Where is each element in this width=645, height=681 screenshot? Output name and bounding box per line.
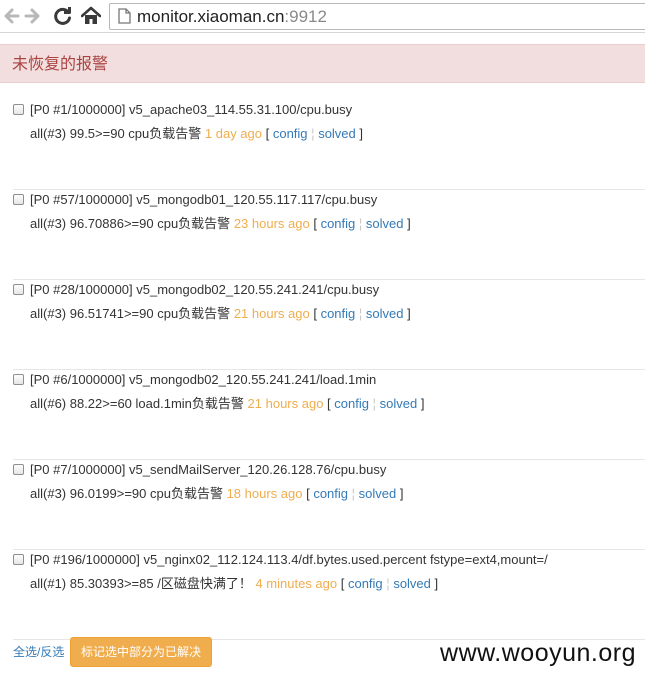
alert-title: [P0 #196/1000000] v5_nginx02_112.124.113… — [30, 552, 548, 567]
solved-link[interactable]: solved — [366, 216, 404, 231]
alert-title: [P0 #1/1000000] v5_apache03_114.55.31.10… — [30, 102, 353, 117]
alert-detail: all(#3) 96.51741>=90 cpu负载告警 — [30, 306, 231, 321]
mark-selected-solved-button[interactable]: 标记选中部分为已解决 — [70, 637, 212, 667]
alert-checkbox[interactable] — [13, 554, 24, 565]
panel-title: 未恢复的报警 — [12, 56, 109, 73]
reload-button[interactable] — [52, 5, 74, 27]
alert-detail: all(#3) 96.0199>=90 cpu负载告警 — [30, 486, 223, 501]
url-port: :9912 — [284, 7, 327, 26]
browser-toolbar: monitor.xiaoman.cn:9912 — [0, 0, 645, 33]
alert-detail-line: all(#1) 85.30393>=85 /区磁盘快满了！ 4 minutes … — [30, 576, 439, 591]
select-all-link[interactable]: 全选 — [13, 645, 37, 659]
home-icon — [81, 6, 101, 24]
solved-link[interactable]: solved — [359, 486, 397, 501]
alert-item: [P0 #196/1000000] v5_nginx02_112.124.113… — [13, 550, 645, 640]
home-button[interactable] — [80, 5, 102, 27]
alert-title: [P0 #57/1000000] v5_mongodb01_120.55.117… — [30, 192, 378, 207]
config-link[interactable]: config — [273, 126, 308, 141]
alert-time-ago: 21 hours ago — [247, 396, 324, 411]
config-link[interactable]: config — [321, 306, 356, 321]
alert-time-ago: 18 hours ago — [226, 486, 303, 501]
config-link[interactable]: config — [334, 396, 369, 411]
link-separator: ¦ — [358, 216, 363, 231]
config-link[interactable]: config — [321, 216, 356, 231]
address-bar[interactable]: monitor.xiaoman.cn:9912 — [109, 3, 645, 30]
back-button[interactable] — [0, 5, 22, 27]
invert-selection-link[interactable]: 反选 — [40, 645, 64, 659]
alert-title: [P0 #7/1000000] v5_sendMailServer_120.26… — [30, 462, 387, 477]
arrow-right-icon — [24, 8, 40, 24]
alert-detail: all(#6) 88.22>=60 load.1min负载告警 — [30, 396, 244, 411]
page-icon — [118, 8, 131, 29]
alert-detail: all(#1) 85.30393>=85 /区磁盘快满了！ — [30, 576, 252, 591]
alert-detail: all(#3) 96.70886>=90 cpu负载告警 — [30, 216, 231, 231]
alert-time-ago: 23 hours ago — [233, 216, 310, 231]
select-controls: 全选/反选 — [13, 644, 64, 660]
url-text: monitor.xiaoman.cn:9912 — [137, 7, 327, 27]
watermark: www.wooyun.org — [440, 639, 636, 667]
config-link[interactable]: config — [348, 576, 383, 591]
alert-detail-line: all(#3) 96.70886>=90 cpu负载告警 23 hours ag… — [30, 216, 411, 231]
alert-item: [P0 #7/1000000] v5_sendMailServer_120.26… — [13, 460, 645, 550]
alert-item: [P0 #28/1000000] v5_mongodb02_120.55.241… — [13, 280, 645, 370]
arrow-left-icon — [4, 8, 20, 24]
alert-detail-line: all(#3) 99.5>=90 cpu负载告警 1 day ago [ con… — [30, 126, 363, 141]
solved-link[interactable]: solved — [380, 396, 418, 411]
config-link[interactable]: config — [313, 486, 348, 501]
link-separator: ¦ — [351, 486, 356, 501]
alert-checkbox[interactable] — [13, 464, 24, 475]
alerts-panel-header: 未恢复的报警 — [0, 44, 645, 83]
alert-item: [P0 #6/1000000] v5_mongodb02_120.55.241.… — [13, 370, 645, 460]
alert-title: [P0 #28/1000000] v5_mongodb02_120.55.241… — [30, 282, 380, 297]
url-host: monitor.xiaoman.cn — [137, 7, 285, 26]
alert-title: [P0 #6/1000000] v5_mongodb02_120.55.241.… — [30, 372, 377, 387]
reload-icon — [54, 7, 71, 25]
alert-checkbox[interactable] — [13, 194, 24, 205]
alert-checkbox[interactable] — [13, 104, 24, 115]
alert-checkbox[interactable] — [13, 374, 24, 385]
alert-checkbox[interactable] — [13, 284, 24, 295]
alert-time-ago: 4 minutes ago — [255, 576, 338, 591]
solved-link[interactable]: solved — [366, 306, 404, 321]
alert-detail-line: all(#6) 88.22>=60 load.1min负载告警 21 hours… — [30, 396, 425, 411]
alert-detail-line: all(#3) 96.0199>=90 cpu负载告警 18 hours ago… — [30, 486, 404, 501]
forward-button[interactable] — [22, 5, 44, 27]
solved-link[interactable]: solved — [393, 576, 431, 591]
link-separator: ¦ — [358, 306, 363, 321]
alert-detail: all(#3) 99.5>=90 cpu负载告警 — [30, 126, 202, 141]
alert-time-ago: 1 day ago — [204, 126, 262, 141]
alert-time-ago: 21 hours ago — [233, 306, 310, 321]
link-separator: ¦ — [311, 126, 315, 141]
solved-link[interactable]: solved — [318, 126, 356, 141]
link-separator: ¦ — [386, 576, 390, 591]
alert-item: [P0 #1/1000000] v5_apache03_114.55.31.10… — [13, 100, 645, 190]
alert-detail-line: all(#3) 96.51741>=90 cpu负载告警 21 hours ag… — [30, 306, 411, 321]
link-separator: ¦ — [372, 396, 376, 411]
alert-item: [P0 #57/1000000] v5_mongodb01_120.55.117… — [13, 190, 645, 280]
